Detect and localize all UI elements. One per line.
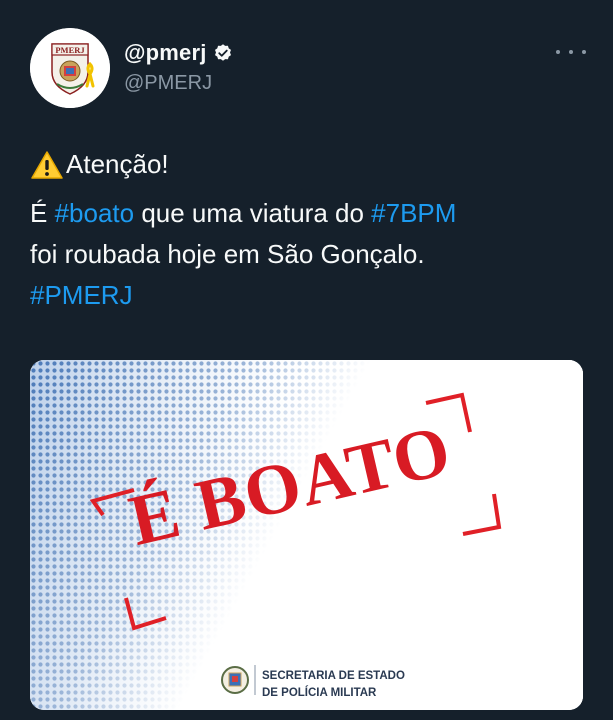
avatar[interactable]: PMERJ [30,28,110,108]
pmerj-emblem-icon [221,666,249,694]
tweet: PMERJ @pmerj @PMERJ Atenção! É #boato qu… [0,0,613,720]
org-name-line-2: DE POLÍCIA MILITAR [262,687,377,699]
attention-text: Atenção! [66,149,169,179]
pmerj-logo-icon: PMERJ [30,28,110,108]
attention-line: Atenção! [30,144,590,185]
line1-prefix: É [30,198,55,228]
hashtag-7bpm-link[interactable]: #7BPM [371,198,456,228]
media-image[interactable]: É BOATO SECRETARIA DE ESTADO DE POLÍCIA … [30,360,583,710]
hashtag-pmerj-link[interactable]: #PMERJ [30,280,133,310]
verified-badge-icon [214,44,231,61]
org-name: SECRETARIA DE ESTADO DE POLÍCIA MILITAR [262,668,405,702]
org-name-line-1: SECRETARIA DE ESTADO [262,670,405,682]
handle[interactable]: @PMERJ [124,72,212,95]
more-options-button[interactable] [556,42,586,62]
line1-middle: que uma viatura do [134,198,372,228]
tweet-line-1: É #boato que uma viatura do #7BPM [30,193,590,234]
boato-image [30,360,583,710]
hashtag-boato-link[interactable]: #boato [55,198,135,228]
tweet-line-3: #PMERJ [30,275,590,316]
warning-icon [31,150,63,179]
display-name-row: @pmerj [124,40,233,66]
tweet-line-2: foi roubada hoje em São Gonçalo. [30,239,425,269]
svg-text:PMERJ: PMERJ [55,45,85,55]
more-dot-icon [556,50,560,54]
display-name[interactable]: @pmerj [124,40,207,66]
tweet-text: Atenção! É #boato que uma viatura do #7B… [30,144,590,316]
more-dot-icon [569,50,573,54]
more-dot-icon [582,50,586,54]
